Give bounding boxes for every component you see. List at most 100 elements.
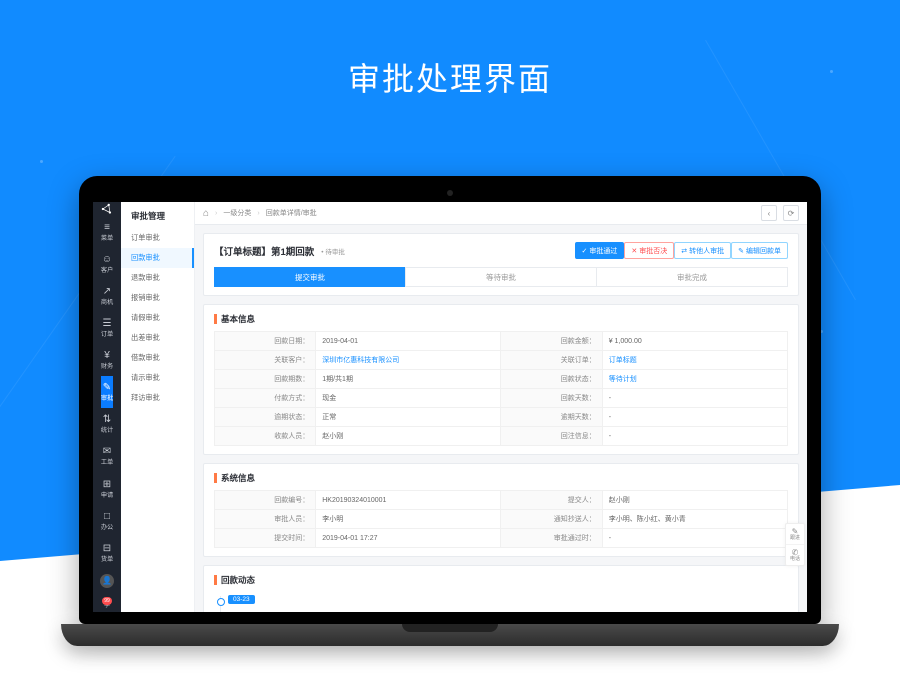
- system-info-panel: 系统信息 回款编号：HK20190324010001提交人：赵小刚审批人员：李小…: [203, 463, 799, 557]
- nav-approval[interactable]: ✎审批: [101, 376, 113, 408]
- header-action-refresh[interactable]: ⟳: [783, 205, 799, 221]
- kv-label: 提交人：: [501, 491, 602, 510]
- sidebar-title: 审批管理: [131, 210, 194, 222]
- user-name-short[interactable]: 李99: [100, 595, 114, 612]
- kv-value: 李小明、陈小红、黄小青: [602, 510, 787, 529]
- sidebar: 审批管理 订单审批回款审批退款审批报销审批请假审批出差审批借款审批请示审批拜访审…: [121, 202, 195, 612]
- nav-finance[interactable]: ¥财务: [101, 344, 113, 376]
- kv-value: 赵小刚: [602, 491, 787, 510]
- kv-label: 回款状态：: [501, 370, 602, 389]
- header-panel: 【订单标题】第1期回款 • 待审批 ✓审批通过✕审批否决⇄转他人审批✎编辑回款单…: [203, 233, 799, 296]
- camera-dot: [447, 190, 453, 196]
- nav-opportunity-icon: ↗: [101, 285, 113, 298]
- kv-label: 回款日期：: [215, 332, 316, 351]
- iconbar: ≡菜单☺客户↗商机☰订单¥财务✎审批⇅统计✉工单⊞申请□办公⊟货单 👤李99☰日…: [93, 202, 121, 612]
- nav-order-icon: ☰: [101, 317, 113, 330]
- kv-value: 李小明: [316, 510, 501, 529]
- btn-reject[interactable]: ✕审批否决: [624, 242, 674, 259]
- avatar-icon: 👤: [100, 574, 114, 588]
- sb-trip[interactable]: 出差审批: [121, 328, 194, 348]
- kv-label: 逾期状态：: [215, 408, 316, 427]
- kv-label: 收款人员：: [215, 427, 316, 446]
- kv-label: 审批通过时：: [501, 529, 602, 548]
- kv-label: 回款金额：: [501, 332, 602, 351]
- basic-info-title: 基本信息: [214, 313, 788, 325]
- user-avatar[interactable]: 👤: [100, 569, 114, 595]
- sb-expense[interactable]: 报销审批: [121, 288, 194, 308]
- main: ⌂ › 一级分类 › 回款单详情/审批 ‹ ⟳ 【订单标题】第1期回款: [195, 202, 807, 612]
- user-name-short-badge: 99: [102, 597, 112, 605]
- kv-value: ¥ 1,000.00: [602, 332, 787, 351]
- nav-menu-icon: ≡: [101, 221, 113, 234]
- nav-stats[interactable]: ⇅统计: [101, 408, 113, 440]
- kv-label: 关联订单：: [501, 351, 602, 370]
- nav-apply-icon: ⊞: [101, 478, 113, 491]
- approval-stepper: 提交审批等待审批审批完成: [214, 267, 788, 287]
- content-scroll[interactable]: 【订单标题】第1期回款 • 待审批 ✓审批通过✕审批否决⇄转他人审批✎编辑回款单…: [195, 225, 807, 612]
- kv-value: -: [602, 427, 787, 446]
- kv-value[interactable]: 深圳市亿惠科技有限公司: [316, 351, 501, 370]
- btn-approve[interactable]: ✓审批通过: [575, 242, 625, 259]
- sb-leave[interactable]: 请假审批: [121, 308, 194, 328]
- system-info-table: 回款编号：HK20190324010001提交人：赵小刚审批人员：李小明通知抄送…: [214, 490, 788, 548]
- breadcrumb-1[interactable]: 一级分类: [223, 208, 251, 218]
- basic-info-table: 回款日期：2019-04-01回款金额：¥ 1,000.00 关联客户：深圳市亿惠…: [214, 331, 788, 446]
- nav-finance-icon: ¥: [101, 349, 113, 362]
- kv-label: 回款编号：: [215, 491, 316, 510]
- nav-goods-icon: ⊟: [101, 542, 113, 555]
- sb-visit[interactable]: 拜访审批: [121, 388, 194, 408]
- nav-office[interactable]: □办公: [101, 505, 113, 537]
- kv-value: HK20190324010001: [316, 491, 501, 510]
- breadcrumb-2[interactable]: 回款单详情/审批: [266, 208, 317, 218]
- step-2: 审批完成: [596, 267, 788, 287]
- nav-approval-icon: ✎: [101, 381, 113, 394]
- kv-label: 回款天数：: [501, 389, 602, 408]
- kv-value[interactable]: 订单标题: [602, 351, 787, 370]
- kv-label: 付款方式：: [215, 389, 316, 408]
- kv-value: -: [602, 408, 787, 427]
- kv-label: 关联客户：: [215, 351, 316, 370]
- nav-customer[interactable]: ☺客户: [101, 248, 113, 280]
- nav-apply[interactable]: ⊞申请: [101, 473, 113, 505]
- doc-status-tag: • 待审批: [320, 246, 346, 256]
- basic-info-panel: 基本信息 回款日期：2019-04-01回款金额：¥ 1,000.00 关联客户：…: [203, 304, 799, 455]
- timeline-panel: 回款动态 03-23 👤: [203, 565, 799, 612]
- sb-loan[interactable]: 借款审批: [121, 348, 194, 368]
- sb-order[interactable]: 订单审批: [121, 228, 194, 248]
- kv-value[interactable]: 等待计划: [602, 370, 787, 389]
- nav-menu[interactable]: ≡菜单: [101, 216, 113, 248]
- nav-order[interactable]: ☰订单: [101, 312, 113, 344]
- page-hero-title: 审批处理界面: [0, 54, 900, 100]
- nav-customer-icon: ☺: [101, 253, 113, 266]
- doc-title: 【订单标题】第1期回款: [214, 244, 314, 258]
- kv-value: 2019-04-01 17:27: [316, 529, 501, 548]
- float-tool-call[interactable]: ✆电话: [786, 545, 804, 565]
- sb-refund[interactable]: 退款审批: [121, 268, 194, 288]
- btn-transfer[interactable]: ⇄转他人审批: [674, 242, 731, 259]
- sb-receipt[interactable]: 回款审批: [121, 248, 194, 268]
- sb-request[interactable]: 请示审批: [121, 368, 194, 388]
- float-tools: ✎跟进 ✆电话: [785, 523, 805, 566]
- nav-office-icon: □: [101, 510, 113, 523]
- float-tool-track[interactable]: ✎跟进: [786, 524, 804, 545]
- kv-label: 回注信息：: [501, 427, 602, 446]
- app-logo[interactable]: [93, 202, 121, 216]
- kv-label: 通知抄送人：: [501, 510, 602, 529]
- system-info-title: 系统信息: [214, 472, 788, 484]
- kv-value: 2019-04-01: [316, 332, 501, 351]
- kv-value: 1期/共1期: [316, 370, 501, 389]
- kv-label: 提交时间：: [215, 529, 316, 548]
- kv-label: 审批人员：: [215, 510, 316, 529]
- nav-stats-icon: ⇅: [101, 413, 113, 426]
- laptop-device: ≡菜单☺客户↗商机☰订单¥财务✎审批⇅统计✉工单⊞申请□办公⊟货单 👤李99☰日…: [79, 176, 821, 646]
- kv-value: 正常: [316, 408, 501, 427]
- nav-opportunity[interactable]: ↗商机: [101, 280, 113, 312]
- nav-ticket[interactable]: ✉工单: [101, 440, 113, 472]
- home-icon[interactable]: ⌂: [203, 208, 209, 219]
- kv-label: 回款期数：: [215, 370, 316, 389]
- nav-goods[interactable]: ⊟货单: [101, 537, 113, 569]
- kv-value: -: [602, 529, 787, 548]
- kv-label: 逾期天数：: [501, 408, 602, 427]
- header-action-left[interactable]: ‹: [761, 205, 777, 221]
- btn-edit[interactable]: ✎编辑回款单: [731, 242, 788, 259]
